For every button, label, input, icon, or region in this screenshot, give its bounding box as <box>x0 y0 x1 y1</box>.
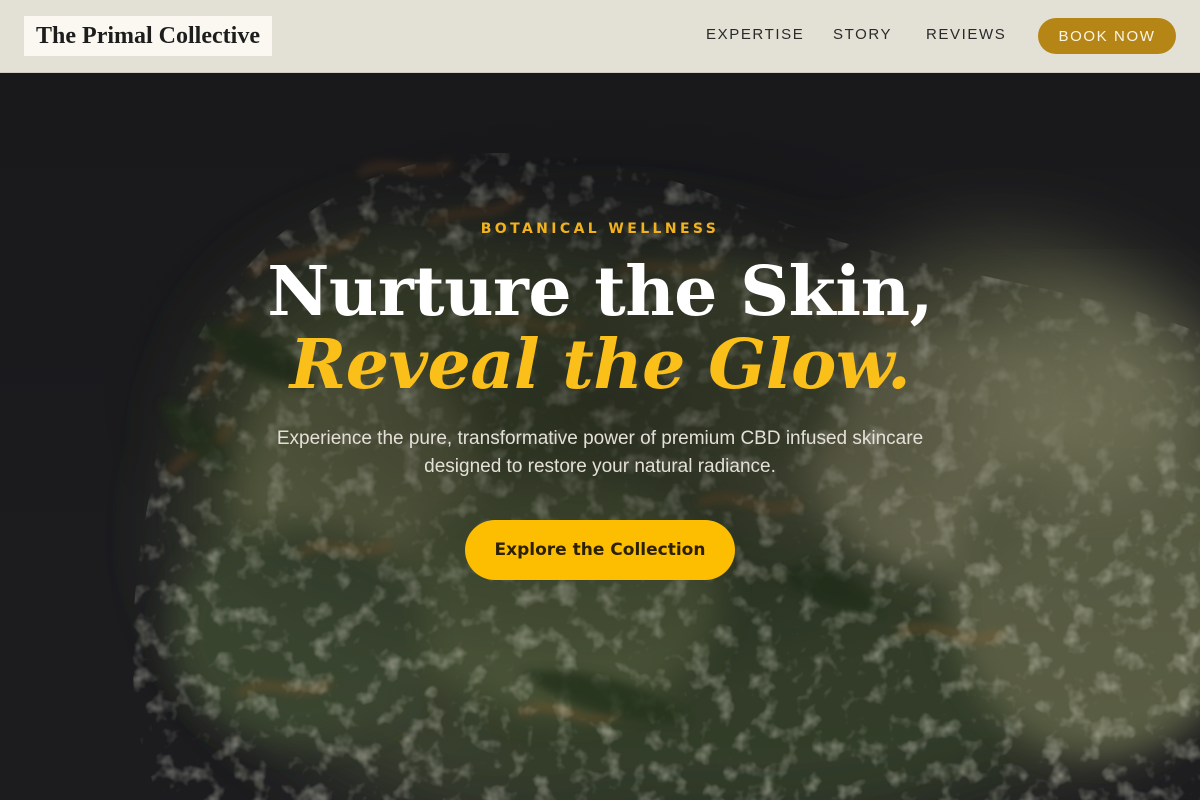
nav-link-expertise[interactable]: EXPERTISE <box>706 26 804 43</box>
site-header: The Primal Collective EXPERTISE STORY RE… <box>0 0 1200 73</box>
explore-collection-button[interactable]: Explore the Collection <box>465 520 735 580</box>
book-now-button[interactable]: BOOK NOW <box>1038 18 1176 54</box>
brand-logo[interactable]: The Primal Collective <box>24 16 272 56</box>
hero-subtext: Experience the pure, transformative powe… <box>276 428 924 477</box>
hero-headline: Nurture the Skin, <box>267 252 933 332</box>
nav-link-story[interactable]: STORY <box>833 26 892 43</box>
hero-section: BOTANICAL WELLNESS Nurture the Skin, Rev… <box>0 73 1200 800</box>
hero-eyebrow: BOTANICAL WELLNESS <box>480 221 720 237</box>
hero-headline-accent: Reveal the Glow. <box>289 325 911 405</box>
nav-link-reviews[interactable]: REVIEWS <box>926 26 1006 43</box>
